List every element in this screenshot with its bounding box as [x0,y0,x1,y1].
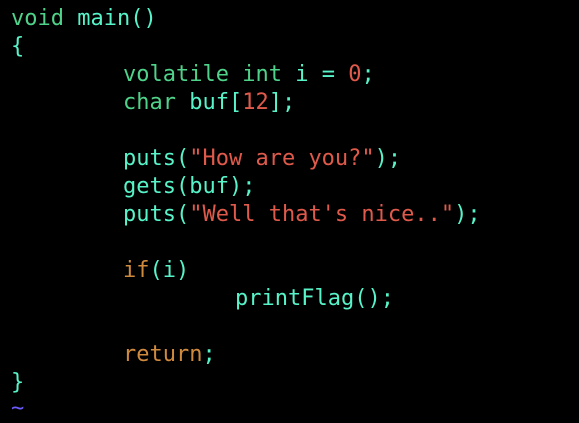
paren-semicolon: ); [374,146,402,171]
bracket-semicolon: ]; [268,90,296,115]
keyword-if: if [123,258,150,283]
condition-i: (i) [149,258,190,283]
keyword-void: void [11,6,64,31]
paren-semicolon: ); [454,202,481,227]
code-line-char-buf: char buf[12]; [123,89,295,117]
code-line-if: if(i) [123,257,189,285]
keyword-return: return [123,342,203,367]
code-line-open-brace: { [11,34,25,59]
code-line-gets: gets(buf); [123,174,256,199]
code-line-printflag: printFlag(); [235,286,394,311]
number-literal-0: 0 [348,62,362,87]
string-literal-well-thats-nice: "Well that's nice.." [189,202,455,227]
code-line-return: return; [123,341,216,369]
string-literal-how-are-you: "How are you?" [189,146,375,171]
code-line-main-signature: void main() [11,5,157,33]
semicolon: ; [202,342,216,367]
identifier-i-assign: i = [281,62,349,87]
semicolon: ; [361,62,375,87]
empty-buffer-tilde: ~ [11,396,25,421]
number-literal-12: 12 [242,90,269,115]
code-line-close-brace: } [11,370,25,395]
function-main: main() [63,6,157,31]
function-puts: puts( [123,146,190,171]
keyword-volatile-int: volatile int [123,62,282,87]
code-line-volatile-decl: volatile int i = 0; [123,61,375,89]
function-puts: puts( [123,202,190,227]
code-line-puts-well: puts("Well that's nice.."); [123,201,481,229]
code-line-puts-how: puts("How are you?"); [123,145,401,173]
code-editor[interactable]: void main() { volatile int i = 0; char b… [0,0,579,421]
keyword-char: char [123,90,176,115]
identifier-buf: buf[ [175,90,243,115]
